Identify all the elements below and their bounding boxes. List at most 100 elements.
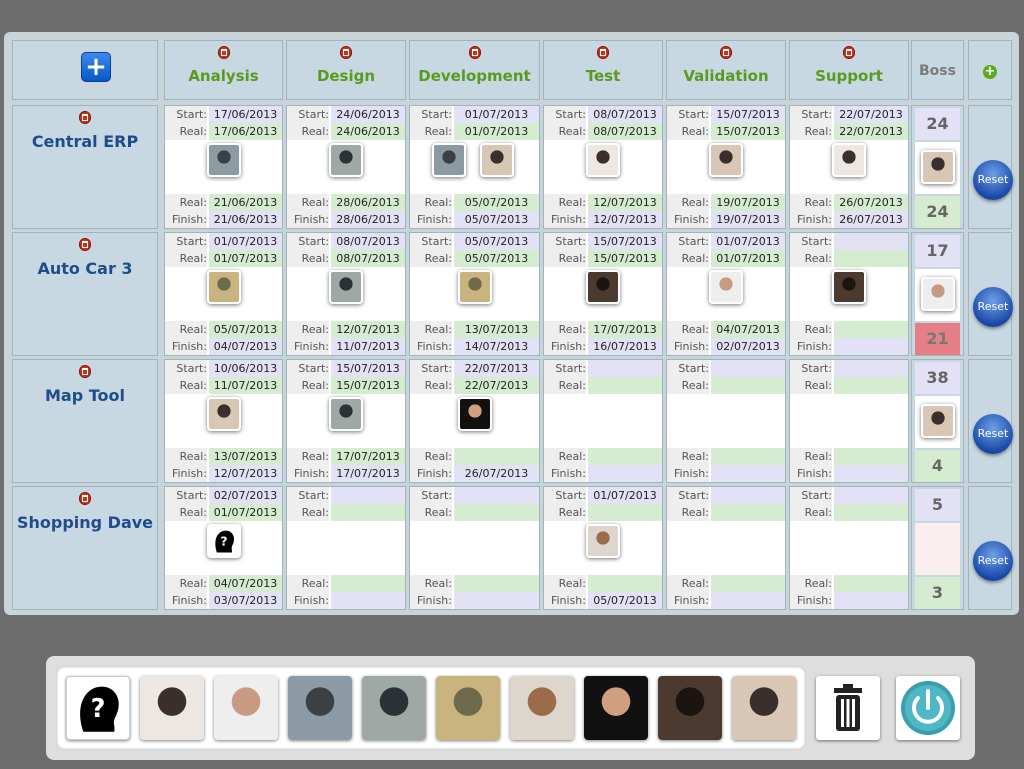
avatar-person-3[interactable] [436,676,500,740]
date-value[interactable]: 19/07/2013 [711,211,785,228]
date-value[interactable] [834,377,908,394]
date-value[interactable]: 24/06/2013 [331,106,405,123]
avatar-person-2[interactable] [329,397,363,431]
avatar-unknown[interactable]: ? [207,524,241,558]
date-value[interactable] [711,575,785,592]
date-value[interactable] [331,592,405,609]
date-value[interactable]: 08/07/2013 [331,233,405,250]
date-value[interactable] [331,487,405,504]
date-value[interactable] [834,233,908,250]
date-value[interactable] [834,487,908,504]
date-value[interactable]: 12/07/2013 [209,465,282,482]
date-value[interactable]: 17/06/2013 [209,123,282,140]
avatar-person-7[interactable] [658,676,722,740]
phase-cell[interactable]: Start: 05/07/2013 Real: 05/07/2013 Real: 13/0… [409,232,540,356]
date-value[interactable]: 28/06/2013 [331,211,405,228]
date-value[interactable]: 04/07/2013 [209,575,282,592]
date-value[interactable]: 01/07/2013 [588,487,662,504]
avatar-person-5[interactable] [832,143,866,177]
avatar-person-8[interactable] [584,676,648,740]
avatar-person-1[interactable] [288,676,352,740]
date-value[interactable] [834,250,908,267]
avatar-person-5[interactable] [140,676,204,740]
date-value[interactable]: 17/07/2013 [588,321,662,338]
add-project-button[interactable]: + [81,52,111,82]
phase-cell[interactable]: Start: 01/07/2013 Real: 01/07/2013 Real: 04/0… [666,232,786,356]
date-value[interactable]: 16/07/2013 [588,338,662,355]
date-value[interactable]: 01/07/2013 [454,106,539,123]
date-value[interactable] [834,575,908,592]
avatar-person-9[interactable] [510,676,574,740]
avatar-person-4[interactable] [921,404,955,438]
avatar-person-4[interactable] [709,143,743,177]
avatar-person-9[interactable] [586,524,620,558]
avatar-person-4[interactable] [480,143,514,177]
date-value[interactable]: 15/07/2013 [331,377,405,394]
date-value[interactable]: 05/07/2013 [209,321,282,338]
date-value[interactable]: 01/07/2013 [209,250,282,267]
date-value[interactable]: 04/07/2013 [209,338,282,355]
date-value[interactable] [331,575,405,592]
avatar-person-1[interactable] [207,143,241,177]
phase-cell[interactable]: Start: Real: Real: Finish: [789,359,909,483]
delete-project-icon[interactable] [79,238,91,251]
date-value[interactable]: 19/07/2013 [711,194,785,211]
phase-cell[interactable]: Start: Real: Real: Finish: [409,486,540,610]
date-value[interactable] [331,504,405,521]
delete-phase-icon[interactable] [597,46,609,59]
phase-cell[interactable]: Start: Real: Real: Finish: [666,486,786,610]
date-value[interactable]: 15/07/2013 [711,123,785,140]
date-value[interactable]: 02/07/2013 [209,487,282,504]
boss-slot[interactable] [915,142,960,194]
delete-project-icon[interactable] [79,492,91,505]
project-name[interactable]: Shopping Dave [13,513,157,532]
phase-cell[interactable]: Start: Real: Real: Finish: [543,359,663,483]
date-value[interactable] [588,360,662,377]
avatar-person-4[interactable] [921,150,955,184]
phase-cell[interactable]: Start: 01/07/2013 Real: 01/07/2013 Real: 05/0… [164,232,283,356]
date-value[interactable] [588,575,662,592]
boss-slot[interactable] [915,523,960,575]
date-value[interactable] [834,504,908,521]
date-value[interactable] [834,592,908,609]
avatar-person-7[interactable] [586,270,620,304]
delete-phase-icon[interactable] [217,46,230,59]
date-value[interactable]: 17/07/2013 [331,448,405,465]
date-value[interactable]: 08/07/2013 [588,106,662,123]
avatar-person-2[interactable] [329,143,363,177]
avatar-person-6[interactable] [214,676,278,740]
date-value[interactable]: 11/07/2013 [331,338,405,355]
date-value[interactable]: 03/07/2013 [209,592,282,609]
avatar-person-3[interactable] [458,270,492,304]
phase-cell[interactable]: Start: 10/06/2013 Real: 11/07/2013 Real: 13/0… [164,359,283,483]
date-value[interactable]: 02/07/2013 [711,338,785,355]
date-value[interactable]: 08/07/2013 [331,250,405,267]
date-value[interactable] [588,377,662,394]
date-value[interactable]: 15/07/2013 [588,233,662,250]
power-button[interactable] [896,676,960,740]
date-value[interactable]: 21/06/2013 [209,211,282,228]
date-value[interactable] [711,360,785,377]
date-value[interactable] [588,504,662,521]
project-name[interactable]: Auto Car 3 [13,259,157,278]
date-value[interactable] [711,377,785,394]
date-value[interactable] [588,448,662,465]
trash-bin-button[interactable] [816,676,880,740]
date-value[interactable]: 14/07/2013 [454,338,539,355]
date-value[interactable]: 21/06/2013 [209,194,282,211]
phase-cell[interactable]: Start: 24/06/2013 Real: 24/06/2013 Real: 28/0… [286,105,406,229]
avatar-person-6[interactable] [921,277,955,311]
avatar-person-4[interactable] [732,676,796,740]
date-value[interactable]: 26/07/2013 [834,194,908,211]
date-value[interactable]: 28/06/2013 [331,194,405,211]
avatar-person-3[interactable] [207,270,241,304]
date-value[interactable]: 26/07/2013 [834,211,908,228]
phase-cell[interactable]: Start: Real: Real: Finish: [789,232,909,356]
phase-cell[interactable]: Start: 08/07/2013 Real: 08/07/2013 Real: 12/0… [543,105,663,229]
phase-cell[interactable]: Start: 22/07/2013 Real: 22/07/2013 Real: 26/0… [789,105,909,229]
date-value[interactable]: 10/06/2013 [209,360,282,377]
date-value[interactable] [834,321,908,338]
delete-project-icon[interactable] [79,365,91,378]
reset-button[interactable]: Reset [973,414,1013,454]
phase-cell[interactable]: Start: 15/07/2013 Real: 15/07/2013 Real: 17/0… [286,359,406,483]
